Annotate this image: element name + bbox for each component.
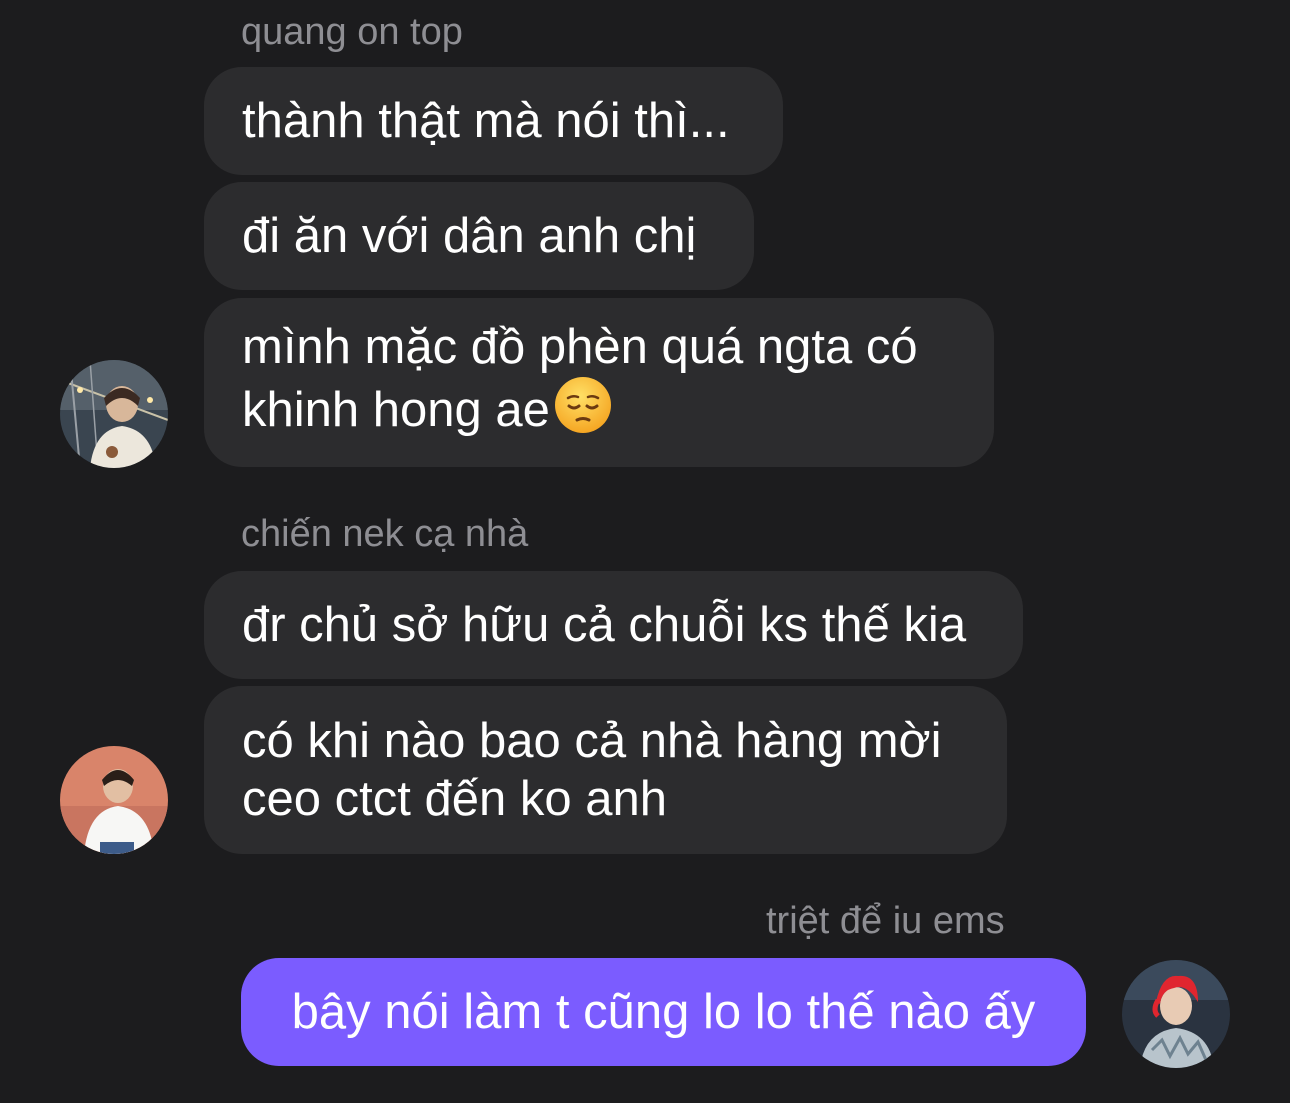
sender-name: chiến nek cạ nhà xyxy=(241,513,529,555)
message-text: đr chủ sở hữu cả chuỗi ks thế kia xyxy=(242,598,967,652)
message-text: mình mặc đồ phèn quá ngta có khinh hong … xyxy=(242,318,918,447)
message-bubble[interactable]: đi ăn với dân anh chị xyxy=(204,182,754,290)
sender-name: quang on top xyxy=(241,11,463,53)
message-text: bây nói làm t cũng lo lo thế nào ấy xyxy=(291,985,1036,1039)
message-text: có khi nào bao cả nhà hàng mời ceo ctct … xyxy=(242,714,942,826)
sender-name: triệt để iu ems xyxy=(766,900,1005,942)
message-text: đi ăn với dân anh chị xyxy=(242,209,697,263)
message-bubble-outgoing[interactable]: bây nói làm t cũng lo lo thế nào ấy xyxy=(241,958,1086,1066)
message-bubble[interactable]: có khi nào bao cả nhà hàng mời ceo ctct … xyxy=(204,686,1007,854)
message-bubble[interactable]: thành thật mà nói thì... xyxy=(204,67,783,175)
user-avatar-photo-red-hair[interactable] xyxy=(1122,960,1230,1068)
message-bubble[interactable]: đr chủ sở hữu cả chuỗi ks thế kia xyxy=(204,571,1023,679)
pensive-face-icon xyxy=(554,376,612,447)
user-avatar-photo-night-bridge[interactable] xyxy=(60,360,168,468)
user-avatar-photo-white-shirt[interactable] xyxy=(60,746,168,854)
message-bubble[interactable]: mình mặc đồ phèn quá ngta có khinh hong … xyxy=(204,298,994,467)
chat-screen: quang on top thành thật mà nói thì... đi… xyxy=(0,0,1290,1103)
message-text: thành thật mà nói thì... xyxy=(242,94,730,148)
